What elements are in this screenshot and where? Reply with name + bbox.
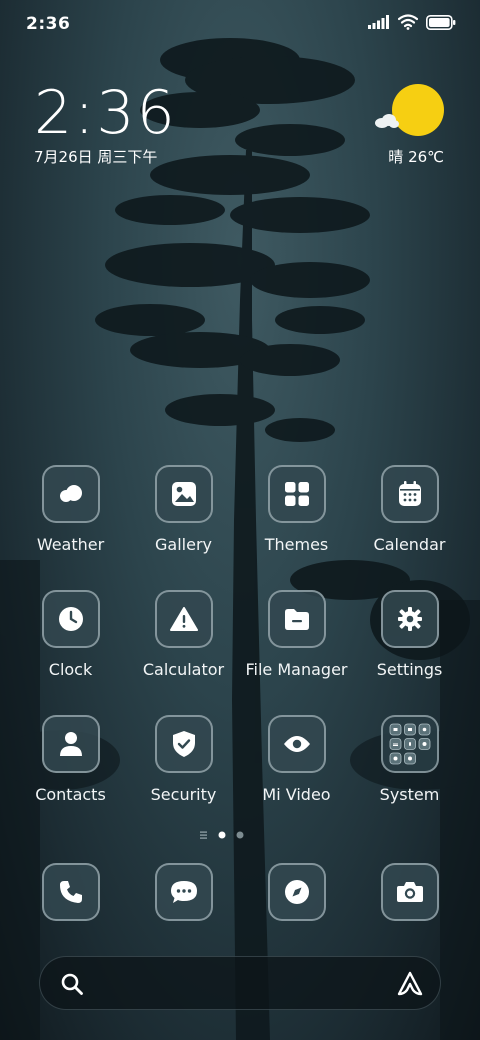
dock-browser[interactable] xyxy=(240,863,353,921)
dock-phone[interactable] xyxy=(14,863,127,921)
app-label: Mi Video xyxy=(262,785,331,804)
file-manager-icon xyxy=(267,590,326,648)
status-bar-time: 2:36 xyxy=(26,14,71,34)
dock-camera[interactable] xyxy=(353,863,466,921)
clock-widget-date: 7月26日 周三下午 xyxy=(34,148,158,166)
mi-video-icon xyxy=(267,715,326,773)
contacts-icon xyxy=(41,715,100,773)
settings-icon xyxy=(380,590,439,648)
calculator-icon xyxy=(154,590,213,648)
app-label: File Manager xyxy=(245,660,348,679)
app-mi-video[interactable]: Mi Video xyxy=(240,715,353,804)
dock-messages[interactable] xyxy=(127,863,240,921)
page-dot-active xyxy=(218,831,226,839)
app-file-manager[interactable]: File Manager xyxy=(240,590,353,679)
app-clock[interactable]: Clock xyxy=(14,590,127,679)
app-gallery[interactable]: Gallery xyxy=(127,465,240,554)
battery-icon xyxy=(426,14,456,30)
app-label: Calendar xyxy=(373,535,446,554)
app-settings[interactable]: Settings xyxy=(353,590,466,679)
clock-icon xyxy=(41,590,100,648)
app-system-folder[interactable]: System xyxy=(353,715,466,804)
app-label: Weather xyxy=(36,535,105,554)
app-weather[interactable]: Weather xyxy=(14,465,127,554)
page-dot xyxy=(236,831,244,839)
wifi-icon xyxy=(398,14,418,30)
security-icon xyxy=(154,715,213,773)
weather-icon xyxy=(41,465,100,523)
app-label: Contacts xyxy=(35,785,106,804)
app-security[interactable]: Security xyxy=(127,715,240,804)
weather-condition-temp: 晴 26℃ xyxy=(388,148,444,166)
page-indicator[interactable] xyxy=(200,828,248,842)
sun-cloud-icon xyxy=(392,84,444,136)
search-bar[interactable] xyxy=(39,956,441,1010)
app-label: System xyxy=(379,785,440,804)
status-bar-icons xyxy=(368,14,456,30)
app-label: Gallery xyxy=(155,535,212,554)
camera-icon xyxy=(380,863,439,921)
themes-icon xyxy=(267,465,326,523)
phone-icon xyxy=(41,863,100,921)
gallery-icon xyxy=(154,465,213,523)
app-contacts[interactable]: Contacts xyxy=(14,715,127,804)
app-label: Security xyxy=(150,785,217,804)
status-bar: 2:36 xyxy=(0,0,480,50)
app-label: Themes xyxy=(264,535,329,554)
search-icon[interactable] xyxy=(60,972,84,996)
app-calendar[interactable]: Calendar xyxy=(353,465,466,554)
messages-icon xyxy=(154,863,213,921)
browser-icon xyxy=(267,863,326,921)
system-folder-icon xyxy=(380,715,439,773)
signal-icon xyxy=(368,15,389,29)
app-calculator[interactable]: Calculator xyxy=(127,590,240,679)
app-themes[interactable]: Themes xyxy=(240,465,353,554)
app-label: Calculator xyxy=(142,660,225,679)
home-list-icon xyxy=(200,831,207,839)
app-label: Clock xyxy=(48,660,93,679)
cloud-icon xyxy=(375,114,399,128)
app-label: Settings xyxy=(376,660,443,679)
clock-widget-time[interactable]: 2:36 xyxy=(34,78,177,148)
calendar-icon xyxy=(380,465,439,523)
assistant-icon[interactable] xyxy=(396,970,424,998)
